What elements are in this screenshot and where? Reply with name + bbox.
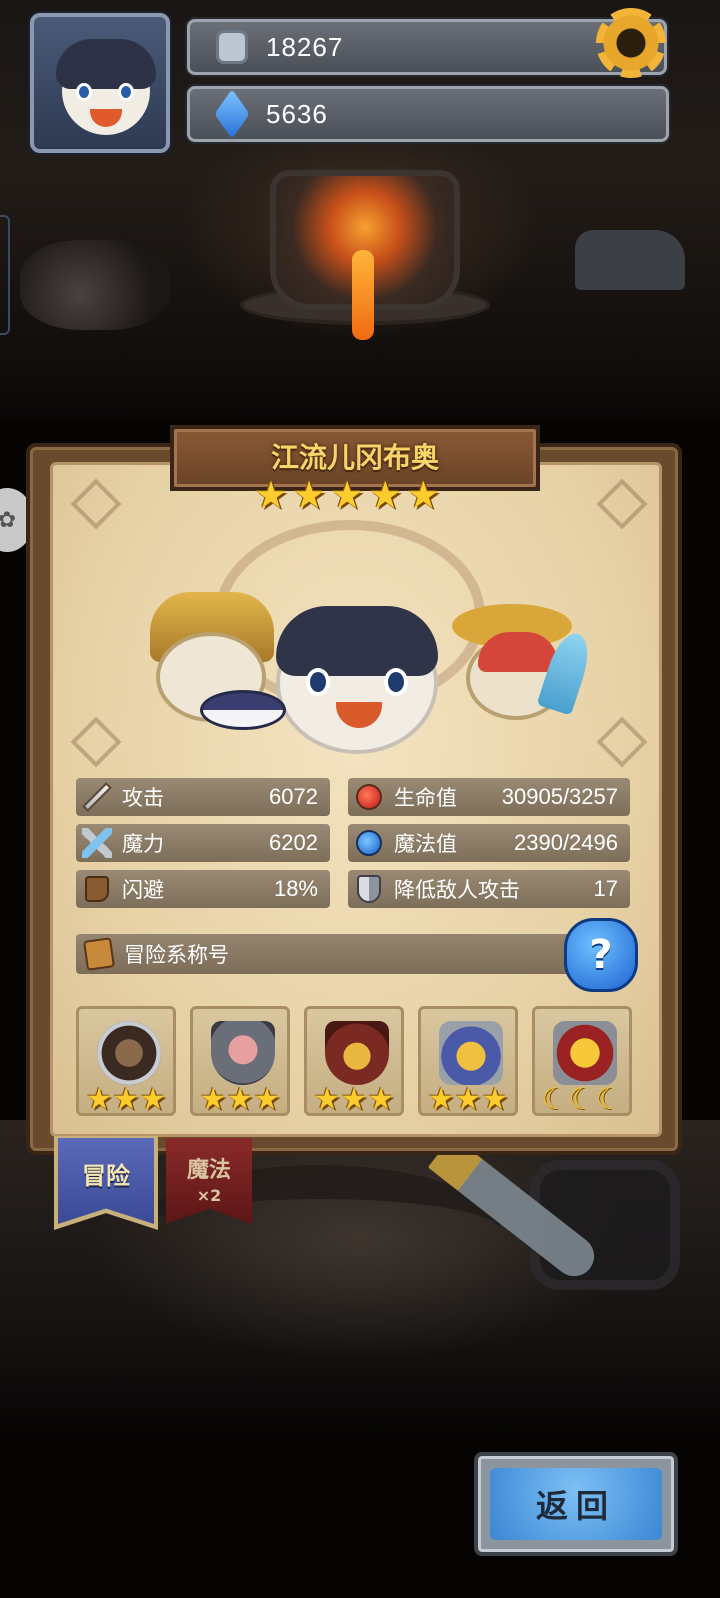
badge-trophy[interactable]: ☾ ☾ ☾ <box>532 1006 632 1116</box>
treasure-bag-icon <box>325 1021 389 1085</box>
shield-emblem-icon <box>211 1021 275 1085</box>
badge-stars: ★ ★ ★ <box>199 1082 281 1117</box>
stat-value: 18% <box>273 876 318 901</box>
stat-reduce-enemy-attack: 降低敌人攻击 17 <box>348 870 630 908</box>
shield-icon <box>354 874 384 904</box>
trophy-icon <box>553 1021 617 1085</box>
stat-magic-power: 魔力 6202 <box>76 824 330 862</box>
laurel-crest-icon <box>439 1021 503 1085</box>
star-icon: ★ <box>406 473 441 517</box>
badge-shield[interactable]: ★ ★ ★ <box>190 1006 290 1116</box>
stat-value: 17 <box>593 876 618 901</box>
tab-magic-label: 魔法 <box>186 1158 231 1183</box>
avatar-hair <box>56 39 156 89</box>
telescope-icon <box>97 1021 161 1085</box>
moon-icon: ☾ <box>568 1082 596 1117</box>
blue-potion-icon <box>354 828 384 858</box>
hero-eye <box>306 668 330 696</box>
gem-counter: 5636 <box>187 86 669 142</box>
stat-label: 生命值 <box>394 786 457 810</box>
stat-hp: 生命值 30905/3257 <box>348 778 630 816</box>
stat-dodge: 闪避 18% <box>76 870 330 908</box>
stat-value: 6202 <box>269 830 318 855</box>
stat-mp: 魔法值 2390/2496 <box>348 824 630 862</box>
anvil <box>575 230 685 290</box>
back-button[interactable]: 返回 <box>474 1452 678 1556</box>
badge-stars: ★ ★ ★ <box>427 1082 509 1117</box>
stat-label: 魔力 <box>122 832 164 856</box>
gear-icon[interactable] <box>596 8 666 78</box>
back-button-label: 返回 <box>490 1468 662 1540</box>
stat-label: 攻击 <box>122 786 164 810</box>
hero-eye <box>384 668 408 696</box>
badge-stars: ★ ★ ★ <box>85 1082 167 1117</box>
main-hero-hair <box>276 606 438 676</box>
scroll-icon <box>82 937 116 971</box>
badge-stars: ★ ★ ★ <box>313 1082 395 1117</box>
star-icon: ★ <box>330 473 365 517</box>
coin-value: 18267 <box>266 32 344 62</box>
hero-star-rating: ★ ★ ★ ★ ★ <box>254 476 440 514</box>
gem-value: 5636 <box>266 99 328 129</box>
sword-icon <box>82 782 112 812</box>
moon-icon: ☾ <box>595 1082 623 1117</box>
player-avatar[interactable] <box>30 13 170 153</box>
stat-attack: 攻击 6072 <box>76 778 330 816</box>
help-button[interactable]: ? <box>564 918 638 992</box>
stat-label: 魔法值 <box>394 832 457 856</box>
coin-icon <box>214 30 250 64</box>
star-icon: ★ <box>292 473 327 517</box>
stat-value: 30905/3257 <box>501 784 618 809</box>
boot-icon <box>82 874 112 904</box>
stat-label: 闪避 <box>122 878 164 902</box>
hero-name: 江流儿冈布奥 <box>270 441 439 474</box>
badge-treasure[interactable]: ★ ★ ★ <box>304 1006 404 1116</box>
moon-icon: ☾ <box>541 1082 569 1117</box>
title-section-label: 冒险系称号 <box>124 943 229 967</box>
avatar-eye <box>76 83 92 101</box>
coin-counter: 18267 <box>187 19 667 75</box>
coal-pile <box>20 240 170 330</box>
side-drawer-handle[interactable] <box>0 215 10 335</box>
badge-moons: ☾ ☾ ☾ <box>535 1085 629 1115</box>
tab-magic-multiplier: ×2 <box>196 1186 222 1205</box>
stat-value: 2390/2496 <box>514 830 618 855</box>
staff-icon <box>82 828 112 858</box>
avatar-eye <box>118 83 134 101</box>
badge-laurel[interactable]: ★ ★ ★ <box>418 1006 518 1116</box>
orca-pet <box>200 690 286 730</box>
adventure-title-bar: 冒险系称号 <box>76 934 596 974</box>
gem-icon <box>214 89 250 139</box>
badge-telescope[interactable]: ★ ★ ★ <box>76 1006 176 1116</box>
star-icon: ★ <box>368 473 403 517</box>
star-icon: ★ <box>254 473 289 517</box>
red-potion-icon <box>354 782 384 812</box>
stat-value: 6072 <box>269 784 318 809</box>
stat-label: 降低敌人攻击 <box>394 878 520 902</box>
molten-metal <box>352 250 374 340</box>
